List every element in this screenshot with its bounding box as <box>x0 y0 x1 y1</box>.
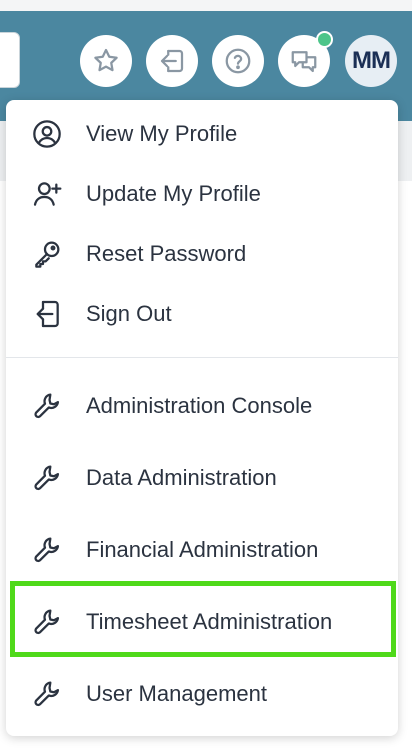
user-circle-icon <box>30 117 64 151</box>
help-button[interactable] <box>212 35 264 87</box>
menu-item-label: Timesheet Administration <box>86 609 333 634</box>
chat-icon <box>291 51 317 73</box>
menu-item-label: Sign Out <box>86 301 172 326</box>
help-icon <box>225 48 251 74</box>
wrench-icon <box>30 389 64 423</box>
search-box[interactable] <box>0 32 20 88</box>
switch-user-icon <box>160 49 184 73</box>
menu-item-administration-console[interactable]: Administration Console <box>6 378 398 434</box>
key-icon <box>30 237 64 271</box>
wrench-icon <box>30 533 64 567</box>
user-menu: View My Profile Update My Profile Reset … <box>6 100 398 736</box>
menu-item-label: User Management <box>86 681 267 706</box>
menu-item-view-profile[interactable]: View My Profile <box>6 106 398 162</box>
notification-dot <box>316 31 333 48</box>
menu-item-timesheet-administration[interactable]: Timesheet Administration <box>6 594 398 650</box>
menu-item-financial-administration[interactable]: Financial Administration <box>6 522 398 578</box>
menu-item-label: Administration Console <box>86 393 313 418</box>
user-plus-icon <box>30 177 64 211</box>
menu-item-label: Update My Profile <box>86 181 261 206</box>
switch-user-button[interactable] <box>146 35 198 87</box>
sign-out-icon <box>30 297 64 331</box>
menu-item-label: Data Administration <box>86 465 277 490</box>
menu-item-data-administration[interactable]: Data Administration <box>6 450 398 506</box>
avatar[interactable]: MM <box>345 35 397 87</box>
menu-item-reset-password[interactable]: Reset Password <box>6 226 398 282</box>
menu-item-sign-out[interactable]: Sign Out <box>6 286 398 342</box>
top-strip <box>0 0 412 11</box>
wrench-icon <box>30 461 64 495</box>
menu-item-user-management[interactable]: User Management <box>6 666 398 722</box>
star-icon <box>94 48 118 72</box>
menu-item-label: View My Profile <box>86 121 238 146</box>
wrench-icon <box>30 605 64 639</box>
menu-item-label: Financial Administration <box>86 537 319 562</box>
menu-divider <box>6 357 398 358</box>
menu-item-label: Reset Password <box>86 241 247 266</box>
wrench-icon <box>30 677 64 711</box>
favorites-button[interactable] <box>80 35 132 87</box>
menu-item-update-profile[interactable]: Update My Profile <box>6 166 398 222</box>
